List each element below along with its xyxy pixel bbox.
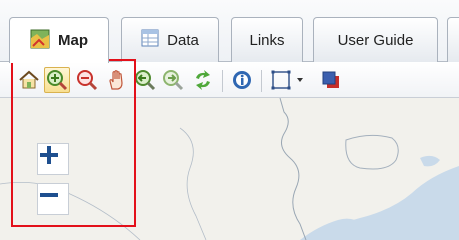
identify-icon xyxy=(233,71,251,89)
tab-user-guide[interactable]: User Guide xyxy=(313,17,438,62)
home-button[interactable] xyxy=(16,67,42,93)
toolbar-separator xyxy=(261,70,262,92)
select-dropdown-button[interactable] xyxy=(292,67,308,93)
zoom-in-button[interactable] xyxy=(37,143,69,175)
map-toolbar xyxy=(0,62,459,98)
select-rectangle-icon xyxy=(271,70,291,90)
next-extent-icon xyxy=(163,70,184,91)
zoom-in-tool-button[interactable] xyxy=(44,67,70,93)
tab-data-label: Data xyxy=(167,31,199,49)
tab-map[interactable]: Map xyxy=(9,17,109,63)
minus-icon xyxy=(40,193,58,197)
tab-user-guide-label: User Guide xyxy=(337,31,414,49)
pan-tool-button[interactable] xyxy=(104,67,130,93)
dropdown-arrow-icon xyxy=(297,78,303,82)
zoom-out-tool-icon xyxy=(77,70,98,91)
tab-overflow[interactable] xyxy=(447,17,459,62)
identify-button[interactable] xyxy=(229,67,255,93)
tab-bar: Map Data Links User Guide xyxy=(0,0,459,63)
next-extent-button[interactable] xyxy=(160,67,186,93)
layers-icon xyxy=(322,71,339,88)
zoom-out-button[interactable] xyxy=(37,183,69,215)
pan-hand-icon xyxy=(109,70,123,90)
tab-data[interactable]: Data xyxy=(121,17,219,62)
plus-icon xyxy=(40,146,58,164)
zoom-in-tool-icon xyxy=(47,70,68,91)
refresh-button[interactable] xyxy=(190,67,216,93)
table-icon xyxy=(141,29,159,51)
tab-map-label: Map xyxy=(58,32,88,49)
layers-button[interactable] xyxy=(318,67,344,93)
previous-extent-button[interactable] xyxy=(132,67,158,93)
home-icon xyxy=(19,70,39,89)
previous-extent-icon xyxy=(135,70,156,91)
tab-links-label: Links xyxy=(249,31,285,49)
toolbar-separator xyxy=(222,70,223,92)
map-canvas[interactable] xyxy=(0,98,459,240)
tab-links[interactable]: Links xyxy=(231,17,303,62)
map-icon xyxy=(30,29,50,53)
select-rectangle-button[interactable] xyxy=(268,67,294,93)
zoom-out-tool-button[interactable] xyxy=(74,67,100,93)
refresh-icon xyxy=(196,70,210,90)
